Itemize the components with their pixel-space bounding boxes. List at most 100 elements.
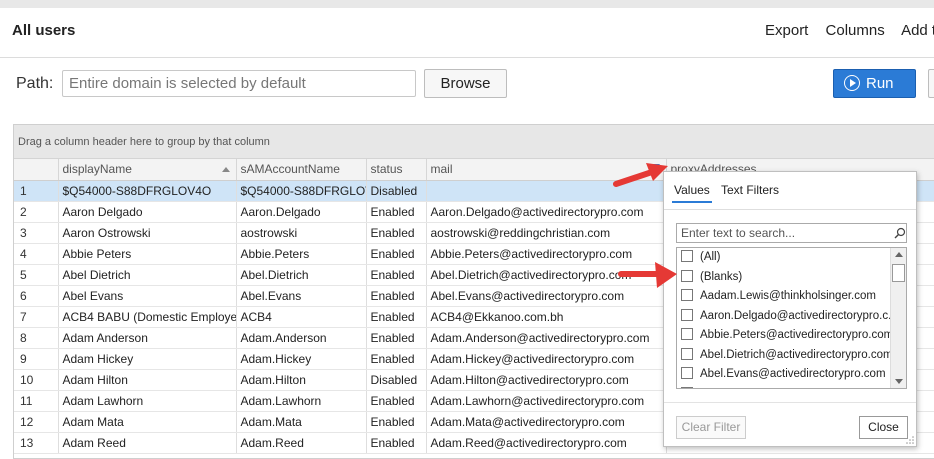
cell-status[interactable]: Disabled xyxy=(366,180,427,202)
filter-value-item[interactable]: Abbie.Peters@activedirectorypro.com xyxy=(677,326,906,346)
row-number[interactable]: 1 xyxy=(14,180,59,202)
cell-samaccountname[interactable]: Abel.Evans xyxy=(236,285,367,307)
page-title: All users xyxy=(12,22,76,39)
cell-status[interactable]: Enabled xyxy=(366,243,427,265)
checkbox[interactable] xyxy=(681,347,693,360)
cell-status[interactable]: Enabled xyxy=(366,390,427,412)
more-button[interactable] xyxy=(928,69,934,98)
cell-displayname[interactable]: Aaron Delgado xyxy=(58,201,237,223)
browse-button[interactable]: Browse xyxy=(424,69,507,98)
cell-status[interactable]: Disabled xyxy=(366,369,427,391)
row-number[interactable]: 10 xyxy=(14,369,59,391)
cell-samaccountname[interactable]: $Q54000-S88DFRGLOV... xyxy=(236,180,367,202)
cell-samaccountname[interactable]: Adam.Hickey xyxy=(236,348,367,370)
add-to-button[interactable]: Add to xyxy=(901,22,934,39)
filter-value-item[interactable]: Abel.Evans@activedirectorypro.com xyxy=(677,365,906,385)
row-number[interactable]: 8 xyxy=(14,327,59,349)
cell-status[interactable]: Enabled xyxy=(366,285,427,307)
cell-samaccountname[interactable]: Adam.Lawhorn xyxy=(236,390,367,412)
cell-samaccountname[interactable]: Adam.Hilton xyxy=(236,369,367,391)
checkbox[interactable] xyxy=(681,328,693,340)
cell-samaccountname[interactable]: Adam.Anderson xyxy=(236,327,367,349)
cell-mail[interactable]: Abbie.Peters@activedirectorypro.com xyxy=(426,243,667,265)
cell-mail[interactable]: aostrowski@reddingchristian.com xyxy=(426,222,667,244)
cell-status[interactable]: Enabled xyxy=(366,432,427,454)
cell-samaccountname[interactable]: Aaron.Delgado xyxy=(236,201,367,223)
tab-values[interactable]: Values xyxy=(672,183,712,203)
cell-status[interactable]: Enabled xyxy=(366,411,427,433)
cell-displayname[interactable]: Aaron Ostrowski xyxy=(58,222,237,244)
cell-samaccountname[interactable]: Abbie.Peters xyxy=(236,243,367,265)
cell-mail[interactable]: Adam.Reed@activedirectorypro.com xyxy=(426,432,667,454)
row-number[interactable]: 13 xyxy=(14,432,59,454)
run-button[interactable]: Run xyxy=(833,69,916,98)
row-number[interactable]: 2 xyxy=(14,201,59,223)
filter-search-input[interactable] xyxy=(676,223,907,243)
tab-text-filters[interactable]: Text Filters xyxy=(721,183,779,197)
row-number[interactable]: 5 xyxy=(14,264,59,286)
filter-value-item[interactable]: (Blanks) xyxy=(677,268,906,288)
cell-status[interactable]: Enabled xyxy=(366,222,427,244)
cell-samaccountname[interactable]: Adam.Reed xyxy=(236,432,367,454)
cell-mail[interactable]: Adam.Anderson@activedirectorypro.com xyxy=(426,327,667,349)
cell-displayname[interactable]: Adam Anderson xyxy=(58,327,237,349)
cell-samaccountname[interactable]: ACB4 xyxy=(236,306,367,328)
cell-displayname[interactable]: Adam Mata xyxy=(58,411,237,433)
cell-status[interactable]: Enabled xyxy=(366,348,427,370)
filter-list-scrollbar[interactable] xyxy=(890,248,906,388)
clear-filter-button[interactable]: Clear Filter xyxy=(676,416,746,439)
cell-samaccountname[interactable]: aostrowski xyxy=(236,222,367,244)
cell-samaccountname[interactable]: Adam.Mata xyxy=(236,411,367,433)
cell-mail[interactable]: ACB4@Ekkanoo.com.bh xyxy=(426,306,667,328)
row-number[interactable]: 6 xyxy=(14,285,59,307)
columns-button[interactable]: Columns xyxy=(826,22,885,39)
cell-status[interactable]: Enabled xyxy=(366,201,427,223)
cell-displayname[interactable]: Adam Hilton xyxy=(58,369,237,391)
scroll-down-icon[interactable] xyxy=(895,379,903,384)
filter-value-item[interactable]: Aaron.Delgado@activedirectorypro.c... xyxy=(677,307,906,327)
cell-status[interactable]: Enabled xyxy=(366,327,427,349)
scroll-up-icon[interactable] xyxy=(895,252,903,257)
cell-displayname[interactable]: Abel Evans xyxy=(58,285,237,307)
row-number[interactable]: 12 xyxy=(14,411,59,433)
cell-displayname[interactable]: $Q54000-S88DFRGLOV4O xyxy=(58,180,237,202)
filter-value-item[interactable]: Aadam.Lewis@thinkholsinger.com xyxy=(677,287,906,307)
filter-value-item[interactable]: (All) xyxy=(677,248,906,268)
scroll-thumb[interactable] xyxy=(892,264,905,282)
close-button[interactable]: Close xyxy=(859,416,908,439)
row-number[interactable]: 11 xyxy=(14,390,59,412)
export-button[interactable]: Export xyxy=(765,22,808,39)
filter-value-item[interactable]: Abel.Dietrich@activedirectorypro.com xyxy=(677,346,906,366)
group-by-panel[interactable]: Drag a column header here to group by th… xyxy=(14,125,934,159)
row-number[interactable]: 3 xyxy=(14,222,59,244)
checkbox[interactable] xyxy=(681,386,693,388)
row-number[interactable]: 7 xyxy=(14,306,59,328)
cell-displayname[interactable]: ACB4 BABU (Domestic Employees) xyxy=(58,306,237,328)
cell-mail[interactable]: Adam.Hilton@activedirectorypro.com xyxy=(426,369,667,391)
cell-status[interactable]: Enabled xyxy=(366,264,427,286)
cell-displayname[interactable]: Abbie Peters xyxy=(58,243,237,265)
path-input[interactable] xyxy=(62,70,416,97)
checkbox[interactable] xyxy=(681,308,693,321)
cell-displayname[interactable]: Adam Lawhorn xyxy=(58,390,237,412)
column-header-status[interactable]: status xyxy=(366,159,427,181)
filter-value-item[interactable]: ACB4@Ekkanoo.com.bh xyxy=(677,385,906,388)
checkbox[interactable] xyxy=(681,289,693,301)
resize-grip-icon[interactable] xyxy=(906,436,914,444)
cell-displayname[interactable]: Abel Dietrich xyxy=(58,264,237,286)
cell-status[interactable]: Enabled xyxy=(366,306,427,328)
column-header-displayname[interactable]: displayName xyxy=(58,159,237,181)
column-header-samaccountname[interactable]: sAMAccountName xyxy=(236,159,367,181)
cell-mail[interactable]: Adam.Mata@activedirectorypro.com xyxy=(426,411,667,433)
checkbox[interactable] xyxy=(681,250,693,262)
row-number[interactable]: 4 xyxy=(14,243,59,265)
checkbox[interactable] xyxy=(681,269,693,282)
cell-displayname[interactable]: Adam Hickey xyxy=(58,348,237,370)
cell-mail[interactable]: Adam.Hickey@activedirectorypro.com xyxy=(426,348,667,370)
cell-samaccountname[interactable]: Abel.Dietrich xyxy=(236,264,367,286)
cell-mail[interactable]: Adam.Lawhorn@activedirectorypro.com xyxy=(426,390,667,412)
checkbox[interactable] xyxy=(681,367,693,379)
cell-displayname[interactable]: Adam Reed xyxy=(58,432,237,454)
row-number[interactable]: 9 xyxy=(14,348,59,370)
cell-mail[interactable]: Aaron.Delgado@activedirectorypro.com xyxy=(426,201,667,223)
